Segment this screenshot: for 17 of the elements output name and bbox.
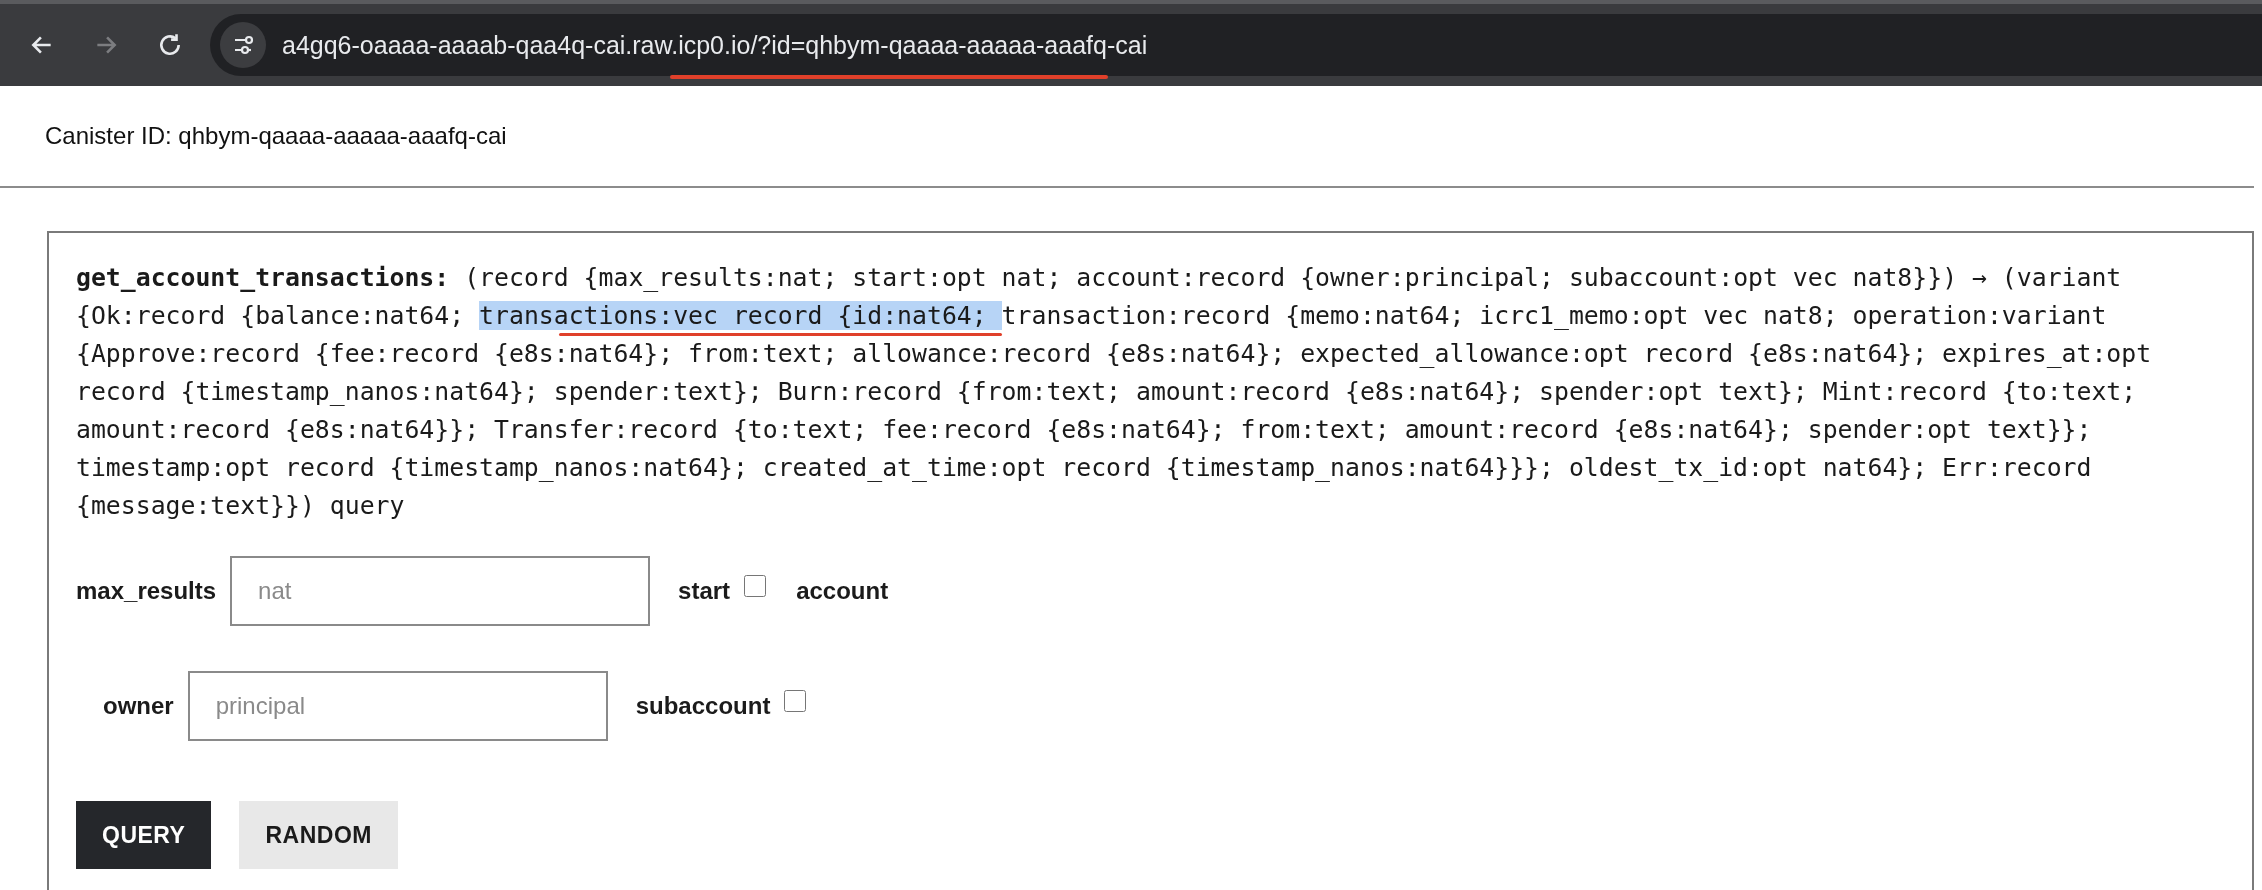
address-bar[interactable]: a4gq6-oaaaa-aaaab-qaa4q-cai.raw.icp0.io/?id=qhbym-qaaaa-aaaaa-aaafq-cai	[210, 14, 2262, 76]
url-text[interactable]: a4gq6-oaaaa-aaaab-qaa4q-cai.raw.icp0.io/?id=qhbym-qaaaa-aaaaa-aaafq-cai	[282, 30, 1148, 60]
site-settings-icon[interactable]	[220, 22, 266, 68]
secondary-button[interactable]: RANDOM	[239, 801, 398, 869]
field-label: account	[796, 577, 889, 605]
checkbox[interactable]	[744, 575, 767, 597]
reload-icon	[157, 32, 183, 58]
checkbox[interactable]	[784, 690, 807, 712]
field-label: owner	[103, 692, 174, 720]
method-signature: get_account_transactions: (record {max_results:nat; start:opt nat; account:record {owner:principal; subaccount:opt vec nat8}}) → (variant {Ok:record {balance:nat64; transactions:vec record {id:nat64; transaction:record {memo:nat64; icrc1_memo:opt vec nat8; operation:variant {Approve:record {fee:record {e8s:nat64}; from:text; allowance:record {e8s:nat64}; expected_allowance:opt record {e8s:nat64}; expires_at:opt record {timestamp_nanos:nat64}; spender:text}; Burn:record {from:text; amount:record {e8s:nat64}; spender:opt text}; Mint:record {to:text; amount:record {e8s:nat64}}; Transfer:record {to:text; fee:record {e8s:nat64}; from:text; amount:record {e8s:nat64}; spender:opt text}}; timestamp:opt record {timestamp_nanos:nat64}; created_at_time:opt record {timestamp_nanos:nat64}}}; oldest_tx_id:opt nat64}; Err:record {message:text}}) query	[76, 262, 2153, 522]
text-input[interactable]: nat	[230, 556, 651, 626]
text-input[interactable]: principal	[187, 671, 608, 741]
primary-button[interactable]: QUERY	[76, 801, 212, 869]
field-label: start	[678, 577, 731, 605]
canister-id-text: Canister ID: qhbym-qaaaa-aaaaa-aaafq-cai	[45, 122, 507, 150]
field-label: max_results	[76, 577, 217, 605]
field-label: subaccount	[635, 692, 771, 720]
